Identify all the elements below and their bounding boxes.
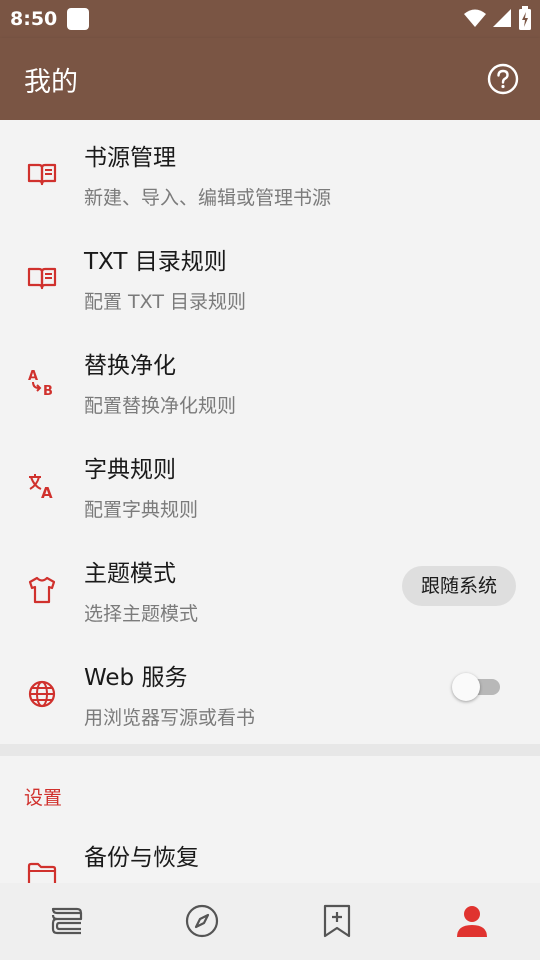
status-time: 8:50 [10,8,58,30]
profile-content[interactable]: 书源管理 新建、导入、编辑或管理书源 TXT 目录规则 配置 TXT 目录规则 … [0,120,540,883]
app-bar: 我的 [0,38,540,120]
menu-item-subtitle: 配置字典规则 [84,499,199,521]
signal-icon [493,9,511,27]
status-icons [464,6,532,30]
menu-item-theme-mode[interactable]: 主题模式 选择主题模式 跟随系统 [0,536,540,640]
a-to-b-replace-icon: A B [28,369,53,398]
settings-section-header: 设置 [24,787,63,809]
menu-item-backup-restore[interactable]: 备份与恢复 [0,820,540,883]
tshirt-icon [28,576,56,604]
menu-item-subtitle: 配置 TXT 目录规则 [84,291,246,313]
menu-item-txt-toc-rules[interactable]: TXT 目录规则 配置 TXT 目录规则 [0,224,540,328]
svg-text:A: A [41,484,53,502]
bookshelf-icon[interactable] [49,903,85,939]
toggle-thumb [452,673,480,701]
theme-mode-chip[interactable]: 跟随系统 [401,566,516,606]
person-icon[interactable] [454,903,490,939]
svg-text:A: A [28,369,38,384]
menu-item-subtitle: 配置替换净化规则 [84,395,237,417]
web-service-toggle[interactable] [452,673,500,701]
battery-charging-icon [519,6,531,30]
globe-icon [28,680,56,708]
menu-item-title: 字典规则 [84,457,176,483]
menu-item-title: 主题模式 [84,561,176,587]
wifi-icon [464,9,486,27]
menu-item-subtitle: 选择主题模式 [84,603,199,625]
bookmark-add-icon[interactable] [319,903,355,939]
menu-item-replace-rules[interactable]: A B 替换净化 配置替换净化规则 [0,328,540,432]
section-divider [0,744,540,756]
menu-item-book-source[interactable]: 书源管理 新建、导入、编辑或管理书源 [0,120,540,224]
menu-item-dictionary-rules[interactable]: A 字典规则 配置字典规则 [0,432,540,536]
page-title: 我的 [24,67,78,98]
translate-icon: A [29,474,53,502]
notification-square-icon [67,8,89,30]
menu-item-subtitle: 新建、导入、编辑或管理书源 [84,187,332,209]
menu-item-title: TXT 目录规则 [84,249,227,275]
compass-icon[interactable] [184,903,220,939]
menu-item-web-service[interactable]: Web 服务 用浏览器写源或看书 [0,640,540,744]
book-open-icon [27,267,57,290]
book-open-icon [27,163,57,186]
menu-item-title: 备份与恢复 [84,845,199,871]
bottom-navigation [0,883,540,960]
svg-text:B: B [43,384,53,398]
menu-item-subtitle: 用浏览器写源或看书 [84,707,256,729]
menu-item-title: Web 服务 [84,665,188,691]
help-circle-icon[interactable] [486,62,520,96]
folder-icon [27,862,57,883]
status-bar: 8:50 [0,0,540,38]
menu-item-title: 书源管理 [84,145,176,171]
menu-item-title: 替换净化 [84,353,176,379]
